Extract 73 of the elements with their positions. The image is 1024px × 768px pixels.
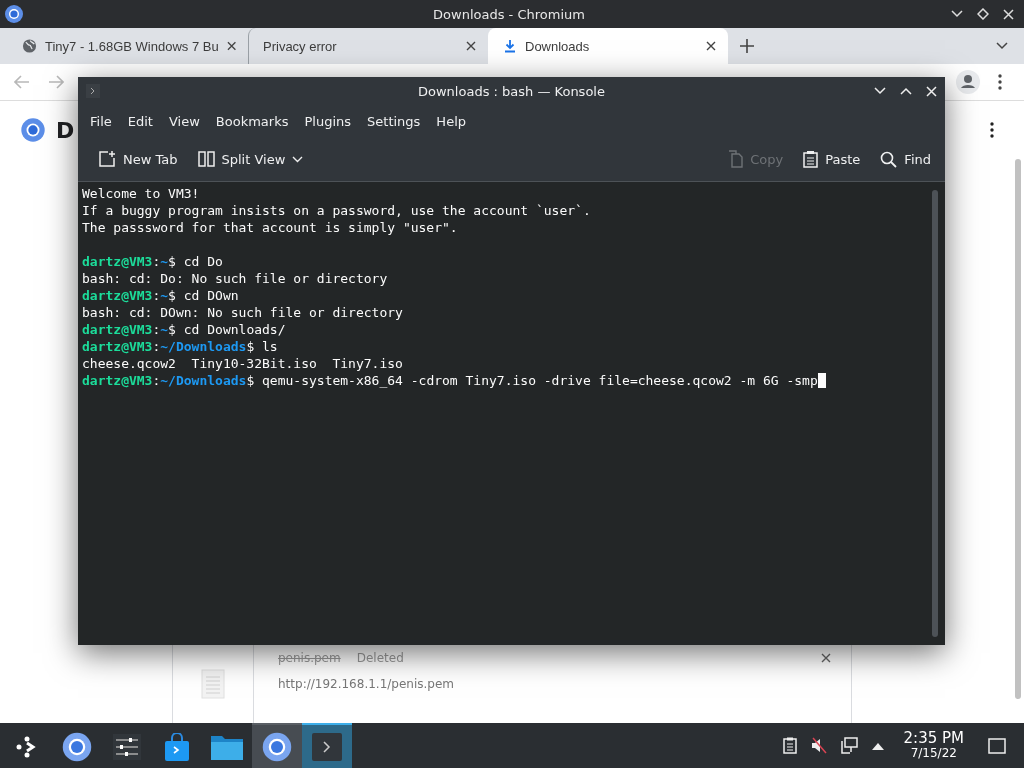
- browser-tab[interactable]: Tiny7 - 1.68GB Windows 7 Bu: [8, 28, 248, 64]
- toolbar-button[interactable]: Paste: [797, 146, 867, 172]
- network-icon[interactable]: [840, 737, 858, 754]
- file-name: penis.pem: [278, 651, 341, 665]
- globe-icon: [22, 38, 37, 54]
- file-icon: [201, 669, 225, 699]
- menu-item[interactable]: Settings: [359, 109, 429, 133]
- maximize-icon[interactable]: [977, 8, 989, 20]
- scrollbar[interactable]: [932, 190, 938, 637]
- folder-icon: [211, 733, 243, 760]
- toolbar-button[interactable]: Split View: [191, 147, 310, 171]
- search-icon: [880, 150, 898, 168]
- menu-item[interactable]: View: [160, 109, 208, 133]
- close-tab-icon[interactable]: [466, 41, 476, 51]
- close-tab-icon[interactable]: [226, 41, 236, 51]
- toolbar-button[interactable]: Find: [874, 146, 937, 172]
- expand-tray-icon[interactable]: [871, 741, 884, 750]
- terminal-line: bash: cd: Do: No such file or directory: [82, 270, 388, 287]
- shopping-bag-icon: [164, 732, 190, 761]
- tab-list-caret-icon[interactable]: [996, 42, 1008, 50]
- scrollbar[interactable]: [1015, 159, 1021, 699]
- terminal-line: dartz@VM3:~$ cd Do: [82, 253, 223, 270]
- chromium-icon: [262, 731, 292, 762]
- maximize-icon[interactable]: [900, 87, 912, 95]
- download-status: Deleted: [356, 651, 404, 665]
- more-options-icon[interactable]: [990, 122, 994, 138]
- terminal-line: If a buggy program insists on a password, use the account `user`.: [82, 202, 591, 219]
- terminal-line: Welcome to VM3!: [82, 185, 200, 202]
- clock-date[interactable]: 7/15/22: [910, 747, 957, 760]
- clipboard-icon: [803, 150, 819, 168]
- menu-item[interactable]: Edit: [119, 109, 161, 133]
- terminal-line: dartz@VM3:~/Downloads$ ls: [82, 338, 278, 355]
- page-title: D: [56, 117, 75, 143]
- terminal-line: dartz@VM3:~/Downloads$ qemu-system-x86_64 -cdrom Tiny7.iso -drive file=cheese.qcow2 -m 6G -smp: [82, 372, 826, 389]
- terminal-line: dartz@VM3:~$ cd Downloads/: [82, 321, 286, 338]
- menu-icon[interactable]: [998, 74, 1002, 90]
- browser-tab[interactable]: Downloads: [488, 28, 728, 64]
- remove-icon[interactable]: [821, 653, 831, 663]
- terminal-icon: [86, 84, 100, 98]
- chromium-logo-icon: [20, 117, 46, 143]
- taskbar-button[interactable]: [252, 723, 302, 768]
- terminal-line: cheese.qcow2 Tiny10-32Bit.iso Tiny7.iso: [82, 355, 403, 372]
- terminal-icon: [312, 732, 342, 761]
- profile-icon[interactable]: [956, 70, 980, 94]
- terminal-line: The passsword for that account is simply "user".: [82, 219, 458, 236]
- window-title: Downloads : bash — Konsole: [418, 83, 605, 99]
- window-title: Downloads - Chromium: [433, 6, 585, 22]
- download-url[interactable]: http://192.168.1.1/penis.pem: [278, 677, 831, 691]
- new-tab-icon[interactable]: [740, 39, 754, 53]
- toolbar-button[interactable]: New Tab: [92, 146, 184, 172]
- sliders-icon: [113, 733, 141, 760]
- menu-item[interactable]: Help: [428, 109, 474, 133]
- terminal-line: bash: cd: DOwn: No such file or directory: [82, 304, 403, 321]
- close-tab-icon[interactable]: [706, 41, 716, 51]
- minimize-icon[interactable]: [951, 10, 963, 18]
- close-icon[interactable]: [1003, 8, 1014, 20]
- copy-icon: [727, 150, 744, 168]
- terminal-line: dartz@VM3:~$ cd DOwn: [82, 287, 239, 304]
- menu-item[interactable]: Plugins: [296, 109, 360, 133]
- new-tab-icon: [98, 150, 116, 168]
- menu-item[interactable]: File: [82, 109, 120, 133]
- show-desktop-icon[interactable]: [988, 737, 1006, 754]
- minimize-icon[interactable]: [874, 87, 886, 95]
- chromium-logo-icon: [4, 4, 24, 24]
- caret-icon: [292, 155, 304, 163]
- download-icon: [503, 39, 517, 53]
- clock-time[interactable]: 2:35 PM: [903, 731, 964, 748]
- clipboard-icon[interactable]: [782, 737, 797, 754]
- split-view-icon: [197, 151, 215, 167]
- muted-speaker-icon[interactable]: [810, 737, 827, 754]
- menu-item[interactable]: Bookmarks: [207, 109, 297, 133]
- close-icon[interactable]: [926, 85, 937, 97]
- chromium-icon: [62, 731, 92, 762]
